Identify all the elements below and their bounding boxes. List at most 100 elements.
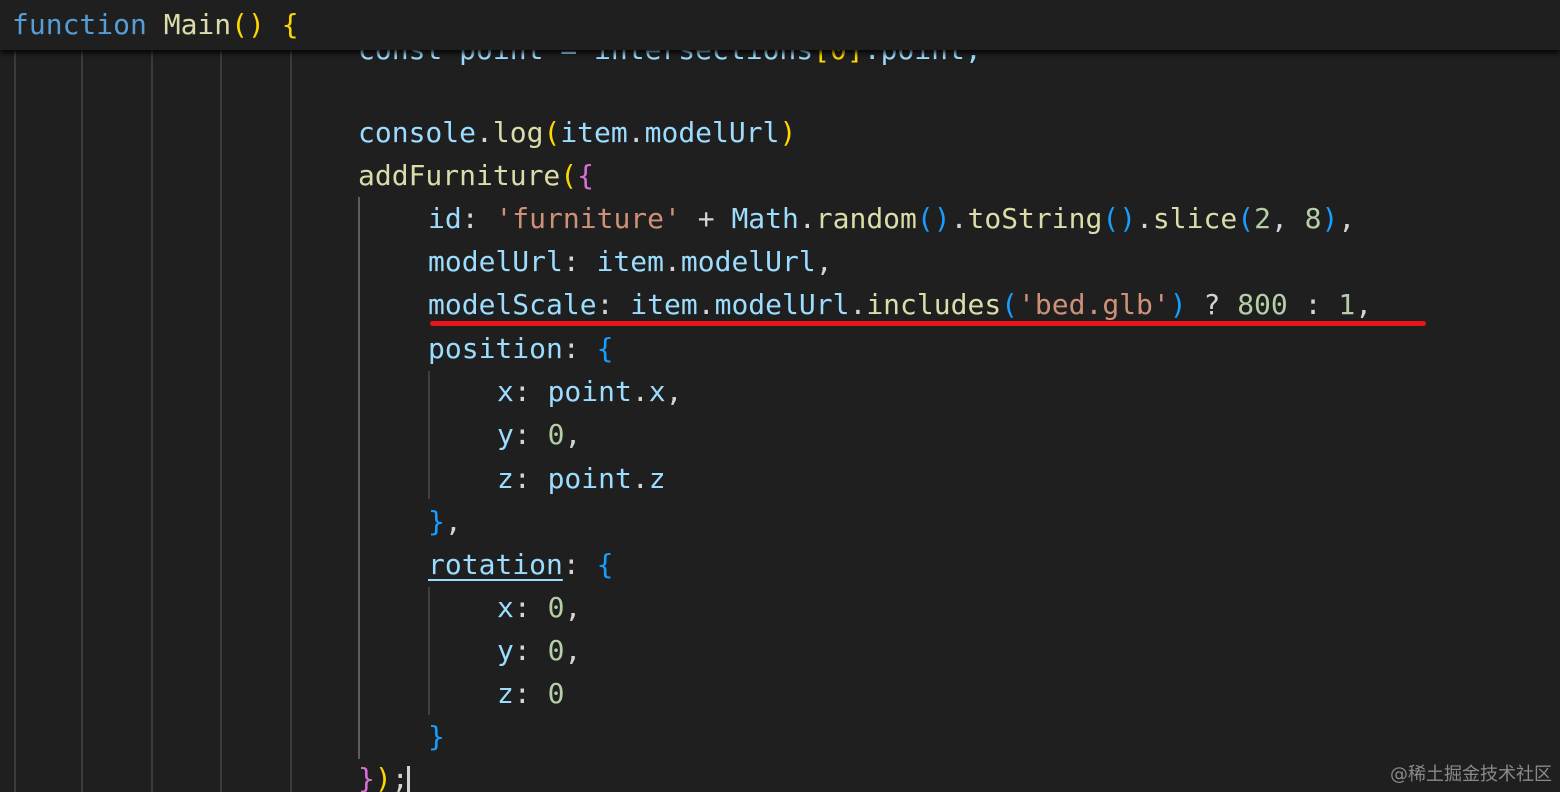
code-token: . bbox=[631, 375, 649, 408]
code-line-11[interactable]: z: point.z bbox=[497, 457, 666, 500]
sticky-scroll-header[interactable]: function Main() { bbox=[0, 0, 1560, 50]
code-line-15[interactable]: y: 0, bbox=[497, 629, 581, 672]
code-token: 800 bbox=[1237, 288, 1288, 321]
indent-guide bbox=[81, 50, 83, 792]
code-line-18[interactable]: }); bbox=[358, 757, 409, 792]
code-token: , bbox=[564, 418, 582, 451]
code-token: rotation bbox=[428, 548, 563, 581]
code-token: : bbox=[562, 245, 597, 278]
code-line-5[interactable]: id: 'furniture' + Math.random().toString… bbox=[428, 197, 1355, 240]
code-token: . bbox=[798, 202, 816, 235]
code-token: item bbox=[596, 245, 665, 278]
code-line-7[interactable]: modelScale: item.modelUrl.includes('bed.… bbox=[428, 283, 1372, 326]
code-line-3[interactable]: console.log(item.modelUrl) bbox=[358, 111, 796, 154]
code-token: { bbox=[281, 8, 299, 41]
code-token: : bbox=[513, 375, 548, 408]
code-token: . bbox=[476, 116, 493, 149]
indent-guide-rotation bbox=[428, 587, 430, 715]
code-token: 0 bbox=[547, 677, 565, 710]
indent-guide bbox=[14, 50, 16, 792]
code-token: , bbox=[564, 591, 582, 624]
code-token: () bbox=[231, 8, 265, 41]
code-token: : bbox=[1287, 288, 1339, 321]
code-token: { bbox=[596, 548, 614, 581]
code-line-4[interactable]: addFurniture({ bbox=[358, 154, 594, 197]
red-underline-annotation bbox=[430, 321, 1426, 326]
watermark: @稀土掘金技术社区 bbox=[1390, 764, 1552, 785]
code-token: position bbox=[428, 332, 563, 365]
code-token: console bbox=[358, 116, 477, 149]
code-token: includes bbox=[866, 288, 1002, 321]
code-line-10[interactable]: y: 0, bbox=[497, 413, 581, 456]
code-token: x bbox=[497, 591, 514, 624]
code-token: } bbox=[428, 505, 445, 538]
code-token: x bbox=[648, 375, 666, 408]
code-token: modelUrl bbox=[680, 245, 816, 278]
code-token: toString bbox=[967, 202, 1103, 235]
code-token: ) bbox=[374, 762, 392, 792]
code-token: , bbox=[444, 505, 462, 538]
code-token: function bbox=[12, 8, 147, 41]
code-token: item bbox=[560, 116, 628, 149]
code-token: ( bbox=[560, 159, 578, 192]
code-token: : bbox=[513, 677, 548, 710]
code-token: slice bbox=[1152, 202, 1238, 235]
code-line-9[interactable]: x: point.x, bbox=[497, 370, 682, 413]
code-token: , bbox=[815, 245, 833, 278]
code-token: . bbox=[631, 462, 649, 495]
code-token: ) bbox=[1169, 288, 1187, 321]
code-token: ) bbox=[779, 116, 797, 149]
code-token: : bbox=[596, 288, 631, 321]
code-token: y bbox=[497, 418, 514, 451]
code-token: () bbox=[1102, 202, 1137, 235]
sticky-line-function-main[interactable]: function Main() { bbox=[12, 3, 299, 46]
code-token: 'furniture' bbox=[495, 202, 681, 235]
code-line-16[interactable]: z: 0 bbox=[497, 672, 564, 715]
code-token: } bbox=[428, 720, 445, 753]
code-token: 0 bbox=[547, 634, 565, 667]
indent-guide-position bbox=[428, 371, 430, 499]
code-token: : bbox=[461, 202, 496, 235]
code-token: 2 bbox=[1254, 202, 1271, 235]
code-line-12[interactable]: }, bbox=[428, 500, 462, 543]
code-token: , bbox=[1355, 288, 1373, 321]
code-token: x bbox=[497, 375, 514, 408]
code-token: item bbox=[630, 288, 698, 321]
code-token: z bbox=[648, 462, 666, 495]
code-token: , bbox=[564, 634, 582, 667]
code-token: : bbox=[562, 332, 597, 365]
code-token: 0 bbox=[547, 591, 565, 624]
code-line-17[interactable]: } bbox=[428, 715, 445, 758]
indent-guide bbox=[151, 50, 153, 792]
code-token: ( bbox=[1001, 288, 1019, 321]
code-line-13[interactable]: rotation: { bbox=[428, 543, 613, 586]
code-token: 8 bbox=[1304, 202, 1322, 235]
code-token: { bbox=[596, 332, 614, 365]
code-token: modelUrl bbox=[714, 288, 850, 321]
indent-guide-active bbox=[358, 197, 360, 759]
code-token: modelScale bbox=[428, 288, 597, 321]
code-token: : bbox=[562, 548, 597, 581]
code-token: z bbox=[497, 677, 514, 710]
code-token: : bbox=[513, 462, 548, 495]
code-line-14[interactable]: x: 0, bbox=[497, 586, 581, 629]
code-line-6[interactable]: modelUrl: item.modelUrl, bbox=[428, 240, 833, 283]
code-token: 0 bbox=[547, 418, 565, 451]
code-token: modelUrl bbox=[428, 245, 563, 278]
code-token: addFurniture bbox=[358, 159, 561, 192]
code-token: () bbox=[916, 202, 951, 235]
code-token: ( bbox=[1237, 202, 1255, 235]
code-token: log bbox=[492, 116, 544, 149]
code-token: . bbox=[849, 288, 867, 321]
code-token: z bbox=[497, 462, 514, 495]
code-token: ? bbox=[1186, 288, 1238, 321]
code-token: . bbox=[697, 288, 715, 321]
indent-guide bbox=[290, 50, 292, 792]
code-token: . bbox=[664, 245, 681, 278]
code-editor[interactable]: const point = intersections[0].point; co… bbox=[0, 0, 1560, 792]
code-token: y bbox=[497, 634, 514, 667]
code-token: : bbox=[513, 634, 548, 667]
code-line-8[interactable]: position: { bbox=[428, 327, 613, 370]
